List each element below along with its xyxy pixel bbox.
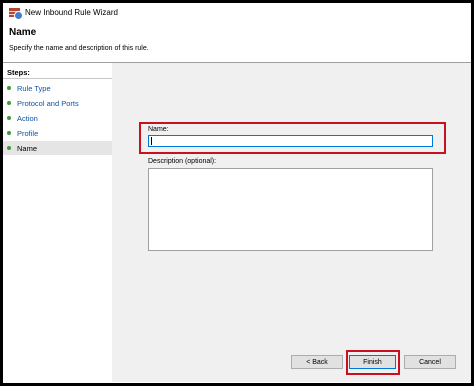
firewall-icon	[9, 7, 23, 20]
step-label: Protocol and Ports	[17, 98, 79, 108]
step-label: Action	[17, 113, 38, 123]
wizard-header: Name Specify the name and description of…	[3, 21, 471, 63]
steps-heading: Steps:	[7, 68, 30, 77]
window-title: New Inbound Rule Wizard	[25, 7, 118, 17]
step-label: Name	[17, 143, 38, 153]
cancel-button[interactable]: Cancel	[404, 355, 456, 369]
title-bar: New Inbound Rule Wizard	[3, 3, 471, 21]
steps-panel: Steps: Rule Type Protocol and Ports Acti…	[3, 63, 112, 382]
step-action[interactable]: Action	[3, 111, 112, 125]
step-complete-icon	[7, 131, 11, 135]
step-current-icon	[7, 146, 11, 150]
step-complete-icon	[7, 101, 11, 105]
name-highlight-box	[139, 122, 446, 154]
step-name[interactable]: Name	[3, 141, 112, 155]
description-field[interactable]	[148, 168, 433, 251]
step-label: Rule Type	[17, 83, 51, 93]
step-complete-icon	[7, 86, 11, 90]
page-title: Name	[9, 27, 37, 38]
step-profile[interactable]: Profile	[3, 126, 112, 140]
description-label: Description (optional):	[148, 158, 217, 165]
steps-divider	[3, 78, 112, 79]
page-subtitle: Specify the name and description of this…	[9, 45, 149, 52]
step-label: Profile	[17, 128, 39, 138]
step-rule-type[interactable]: Rule Type	[3, 81, 112, 95]
step-complete-icon	[7, 116, 11, 120]
back-button[interactable]: < Back	[291, 355, 343, 369]
step-protocol-and-ports[interactable]: Protocol and Ports	[3, 96, 112, 110]
finish-highlight-box	[346, 350, 400, 375]
